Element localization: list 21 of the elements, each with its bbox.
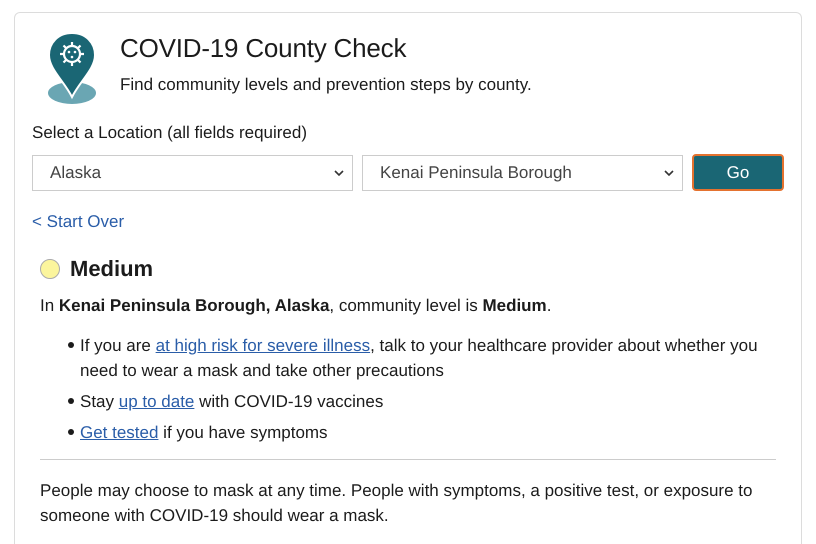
chevron-down-icon	[334, 170, 344, 176]
link[interactable]: at high risk for severe illness	[156, 336, 370, 355]
app-subtitle: Find community levels and prevention steps by county.	[120, 74, 532, 96]
virus-location-pin-icon	[46, 31, 98, 105]
link[interactable]: Get tested	[80, 423, 158, 442]
link[interactable]: up to date	[118, 392, 194, 411]
county-select[interactable]: Kenai Peninsula Borough	[362, 154, 683, 190]
go-button[interactable]: Go	[692, 154, 784, 191]
start-over-link[interactable]: < Start Over	[32, 211, 124, 233]
bullet-icon	[68, 398, 74, 404]
mask-note: People may choose to mask at any time. People with symptoms, a positive test, or exposure to someone with COVID-19 should wear a mask.	[40, 480, 754, 527]
state-select[interactable]: Alaska	[32, 154, 353, 190]
chevron-down-icon	[664, 170, 674, 176]
level-summary: In Kenai Peninsula Borough, Alaska, community level is Medium.	[40, 295, 552, 317]
bullet-icon	[68, 342, 74, 348]
field-label: Select a Location (all fields required)	[32, 122, 308, 144]
level-heading: Medium	[70, 255, 154, 283]
bullet-icon	[68, 429, 74, 435]
step-text: Get tested if you have symptoms	[80, 422, 329, 444]
app-title: COVID-19 County Check	[120, 32, 408, 64]
step-text: Stay up to date with COVID-19 vaccines	[80, 391, 384, 413]
